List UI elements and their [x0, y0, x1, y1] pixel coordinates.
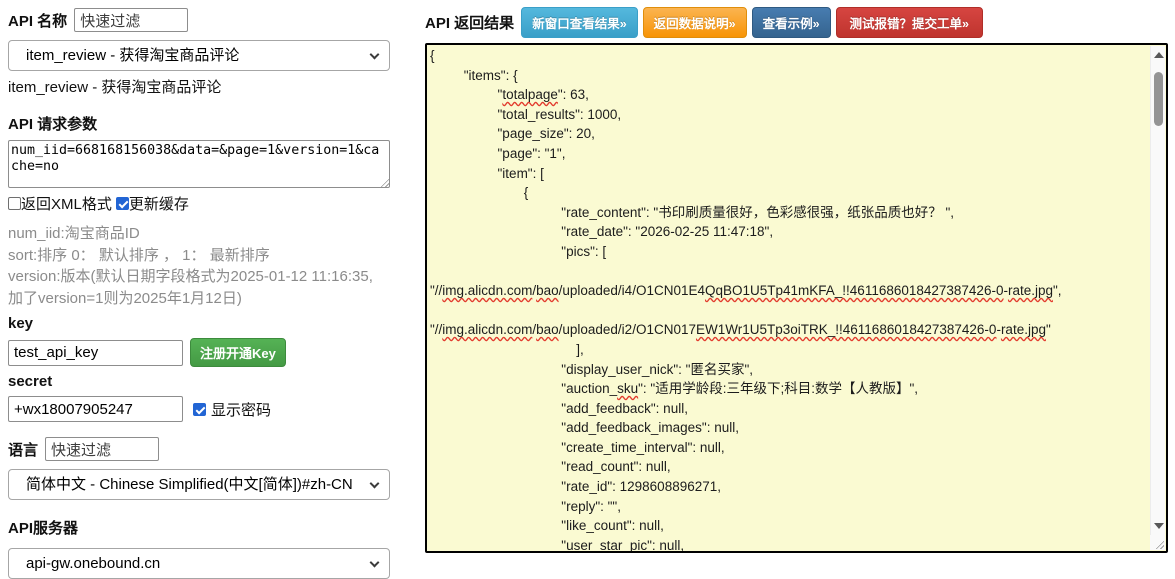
server-select[interactable]: api-gw.onebound.cn	[8, 548, 390, 579]
resize-grip-icon[interactable]	[1153, 538, 1164, 549]
resize-corner[interactable]	[1150, 535, 1165, 550]
scrollbar-thumb[interactable]	[1154, 72, 1163, 126]
api-name-label: API 名称	[8, 12, 68, 30]
server-select-value: api-gw.onebound.cn	[26, 555, 161, 572]
secret-label: secret	[8, 373, 53, 390]
api-select-value: item_review - 获得淘宝商品评论	[26, 47, 240, 64]
api-selected-text: item_review - 获得淘宝商品评论	[8, 79, 222, 96]
server-label: API服务器	[8, 520, 79, 537]
params-textarea[interactable]	[8, 140, 390, 188]
param-help-line: sort:排序 0： 默认排序 ， 1： 最新排序	[8, 246, 270, 264]
scrollbar[interactable]	[1150, 46, 1165, 535]
refresh-cache-checkbox[interactable]	[115, 197, 129, 210]
chevron-down-icon	[369, 49, 380, 60]
language-label: 语言	[8, 441, 39, 459]
param-help-line: num_iid:淘宝商品ID	[8, 225, 140, 242]
page: API 名称 item_review - 获得淘宝商品评论 item_revie…	[0, 0, 1175, 579]
xml-format-label: 返回XML格式	[21, 196, 112, 213]
register-key-button[interactable]: 注册开通Key	[190, 338, 286, 367]
language-filter-input[interactable]	[45, 437, 160, 461]
result-panel: API 返回结果 新窗口查看结果» 返回数据说明» 查看示例» 测试报错？提交工…	[425, 6, 1168, 579]
view-example-button[interactable]: 查看示例»	[751, 7, 831, 38]
params-heading: API 请求参数	[8, 116, 98, 133]
open-in-new-window-button[interactable]: 新窗口查看结果»	[521, 7, 638, 38]
language-select[interactable]: 简体中文 - Chinese Simplified(中文[简体])#zh-CN	[8, 469, 390, 500]
key-input[interactable]	[8, 339, 183, 366]
data-docs-button[interactable]: 返回数据说明»	[642, 7, 747, 38]
api-name-filter-input[interactable]	[74, 8, 189, 32]
param-help-line: version:版本(默认日期字段格式为2025-01-12 11:16:35,…	[8, 268, 373, 307]
scroll-up-icon[interactable]	[1154, 52, 1164, 58]
show-password-checkbox[interactable]	[193, 402, 206, 416]
request-panel: API 名称 item_review - 获得淘宝商品评论 item_revie…	[8, 6, 390, 579]
api-select[interactable]: item_review - 获得淘宝商品评论	[8, 40, 390, 71]
refresh-cache-label: 更新缓存	[128, 196, 189, 213]
secret-input[interactable]	[8, 396, 183, 422]
result-output[interactable]: { "items": { "totalpage": 63, "total_res…	[425, 43, 1168, 553]
chevron-down-icon	[369, 557, 380, 568]
result-title: API 返回结果	[425, 15, 515, 32]
chevron-down-icon	[369, 478, 380, 489]
show-password-label: 显示密码	[211, 401, 272, 419]
param-help: num_iid:淘宝商品ID sort:排序 0： 默认排序 ， 1： 最新排序…	[8, 223, 390, 309]
result-json[interactable]: { "items": { "totalpage": 63, "total_res…	[427, 45, 1166, 551]
scroll-down-icon[interactable]	[1154, 523, 1164, 529]
language-select-value: 简体中文 - Chinese Simplified(中文[简体])#zh-CN	[26, 476, 353, 493]
report-issue-button[interactable]: 测试报错？提交工单»	[835, 7, 983, 38]
xml-format-checkbox[interactable]	[8, 197, 21, 210]
key-label: key	[8, 315, 34, 332]
